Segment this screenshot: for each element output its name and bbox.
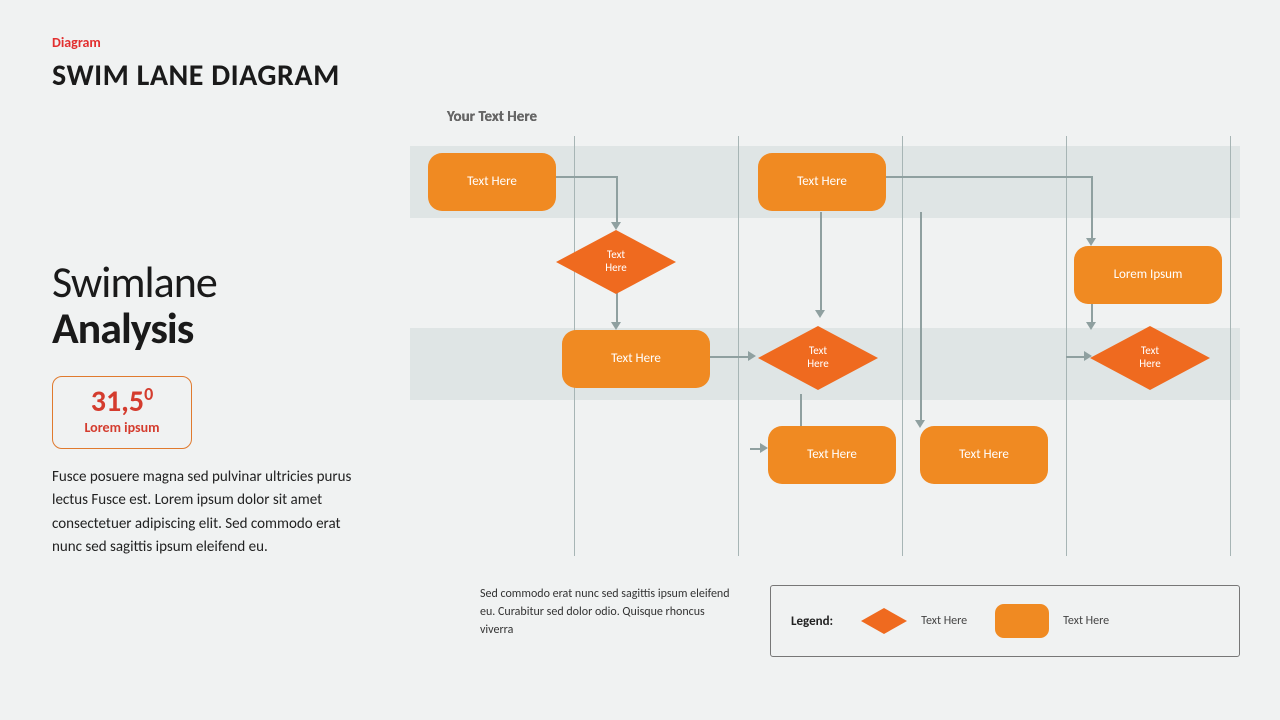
decision-diamond: Text Here xyxy=(556,230,676,294)
arrow-head-icon xyxy=(815,310,825,318)
metric-value: 31,50 xyxy=(79,387,165,417)
subtitle: Swimlane Analysis xyxy=(52,255,217,355)
slide-header: Diagram SWIM LANE DIAGRAM xyxy=(52,34,340,94)
decision-diamond: Text Here xyxy=(1090,326,1210,390)
column-divider xyxy=(1230,136,1231,556)
legend-item: Text Here xyxy=(861,608,967,634)
connector xyxy=(1091,304,1093,324)
eyebrow: Diagram xyxy=(52,34,340,51)
body-paragraph: Fusce posuere magna sed pulvinar ultrici… xyxy=(52,466,372,559)
connector xyxy=(800,394,802,428)
connector xyxy=(1066,356,1086,358)
column-divider xyxy=(902,136,903,556)
arrow-head-icon xyxy=(760,443,768,453)
connector xyxy=(1091,176,1093,240)
process-box: Text Here xyxy=(562,330,710,388)
legend-text: Text Here xyxy=(921,614,967,628)
connector xyxy=(616,292,618,324)
process-box: Text Here xyxy=(920,426,1048,484)
decision-diamond: Text Here xyxy=(758,326,878,390)
connector xyxy=(616,176,618,224)
connector xyxy=(710,356,750,358)
metric-label: Lorem ipsum xyxy=(79,419,165,436)
arrow-head-icon xyxy=(1086,238,1096,246)
legend-item: Text Here xyxy=(995,604,1109,638)
subtitle-line2: Analysis xyxy=(52,301,217,355)
swimlane-diagram: Your Text Here Your Text Here Your Text … xyxy=(410,108,1280,578)
legend-text: Text Here xyxy=(1063,614,1109,628)
column-label: Your Text Here xyxy=(410,108,574,126)
page-title: SWIM LANE DIAGRAM xyxy=(52,57,340,94)
connector xyxy=(920,212,922,422)
diamond-icon xyxy=(861,608,907,634)
legend-label: Legend: xyxy=(791,614,833,629)
arrow-head-icon xyxy=(611,322,621,330)
process-box: Text Here xyxy=(758,153,886,211)
column-divider xyxy=(738,136,739,556)
metric-box: 31,50 Lorem ipsum xyxy=(52,376,192,449)
connector xyxy=(556,176,616,178)
connector xyxy=(886,176,1091,178)
process-box: Text Here xyxy=(428,153,556,211)
process-box: Text Here xyxy=(768,426,896,484)
arrow-head-icon xyxy=(748,351,756,361)
column-divider xyxy=(1066,136,1067,556)
arrow-head-icon xyxy=(915,420,925,428)
process-box: Lorem Ipsum xyxy=(1074,246,1222,304)
connector xyxy=(820,212,822,312)
legend: Legend: Text Here Text Here xyxy=(770,585,1240,657)
box-icon xyxy=(995,604,1049,638)
footnote: Sed commodo erat nunc sed sagittis ipsum… xyxy=(480,585,740,639)
arrow-head-icon xyxy=(611,222,621,230)
